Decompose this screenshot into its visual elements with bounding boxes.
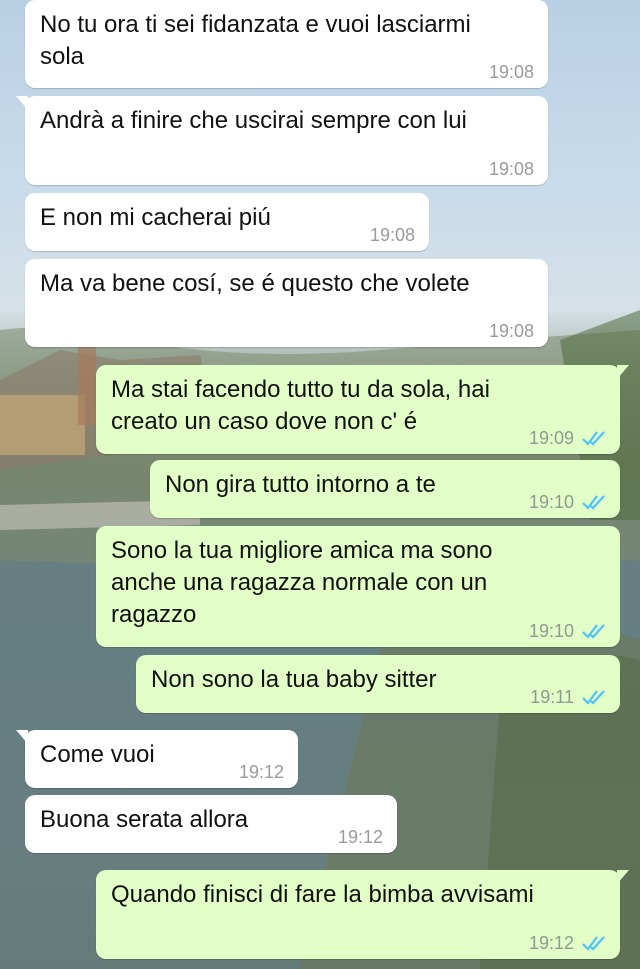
message-bubble-outgoing[interactable]: Quando finisci di fare la bimba avvisami… [96, 870, 629, 959]
bubble-tail [617, 365, 629, 379]
message-bubble-incoming[interactable]: Ma va bene cosí, se é questo che volete … [25, 259, 548, 347]
message-time: 19:10 [528, 621, 574, 641]
bubble-tail [16, 730, 28, 744]
message-time: 19:08 [369, 225, 415, 245]
double-check-icon [582, 431, 605, 446]
message-text: Non gira tutto intorno a te [165, 471, 436, 498]
message-text: Sono la tua migliore amica ma sono anche… [111, 537, 493, 628]
message-time: 19:08 [488, 62, 534, 82]
double-check-icon [582, 495, 605, 510]
double-check-icon [582, 624, 605, 639]
message-bubble-incoming[interactable]: Come vuoi 19:12 [16, 730, 298, 788]
message-bubble-outgoing[interactable]: Non gira tutto intorno a te 19:10 [150, 460, 620, 518]
message-bubble-incoming[interactable]: Buona serata allora 19:12 [25, 795, 397, 853]
message-text: Non sono la tua baby sitter [151, 666, 437, 693]
message-time: 19:08 [488, 321, 534, 341]
message-bubble-outgoing[interactable]: Ma stai facendo tutto tu da sola, hai cr… [96, 365, 629, 454]
message-text: Quando finisci di fare la bimba avvisami [111, 881, 534, 908]
message-time: 19:10 [528, 492, 574, 512]
message-text: E non mi cacherai piú [40, 204, 271, 231]
message-text: Ma stai facendo tutto tu da sola, hai cr… [111, 376, 490, 435]
message-text: Andrà a finire che uscirai sempre con lu… [40, 107, 467, 134]
message-time: 19:12 [528, 933, 574, 953]
message-time: 19:08 [488, 159, 534, 179]
double-check-icon [582, 690, 605, 705]
double-check-icon [582, 936, 605, 951]
message-text: No tu ora ti sei fidanzata e vuoi lascia… [40, 11, 471, 70]
message-bubble-incoming[interactable]: Andrà a finire che uscirai sempre con lu… [16, 96, 548, 185]
message-bubble-incoming[interactable]: E non mi cacherai piú 19:08 [25, 193, 429, 251]
bubble-tail [16, 96, 28, 110]
message-text: Buona serata allora [40, 806, 249, 833]
message-bubble-incoming[interactable]: No tu ora ti sei fidanzata e vuoi lascia… [25, 0, 548, 88]
message-bubble-outgoing[interactable]: Sono la tua migliore amica ma sono anche… [96, 526, 620, 647]
bubble-tail [617, 870, 629, 884]
message-text: Ma va bene cosí, se é questo che volete [40, 270, 470, 297]
message-time: 19:12 [337, 827, 383, 847]
message-time: 19:12 [238, 762, 284, 782]
message-time: 19:11 [530, 687, 574, 707]
message-text: Come vuoi [40, 741, 155, 768]
message-bubble-outgoing[interactable]: Non sono la tua baby sitter 19:11 [136, 655, 620, 713]
message-time: 19:09 [528, 428, 574, 448]
